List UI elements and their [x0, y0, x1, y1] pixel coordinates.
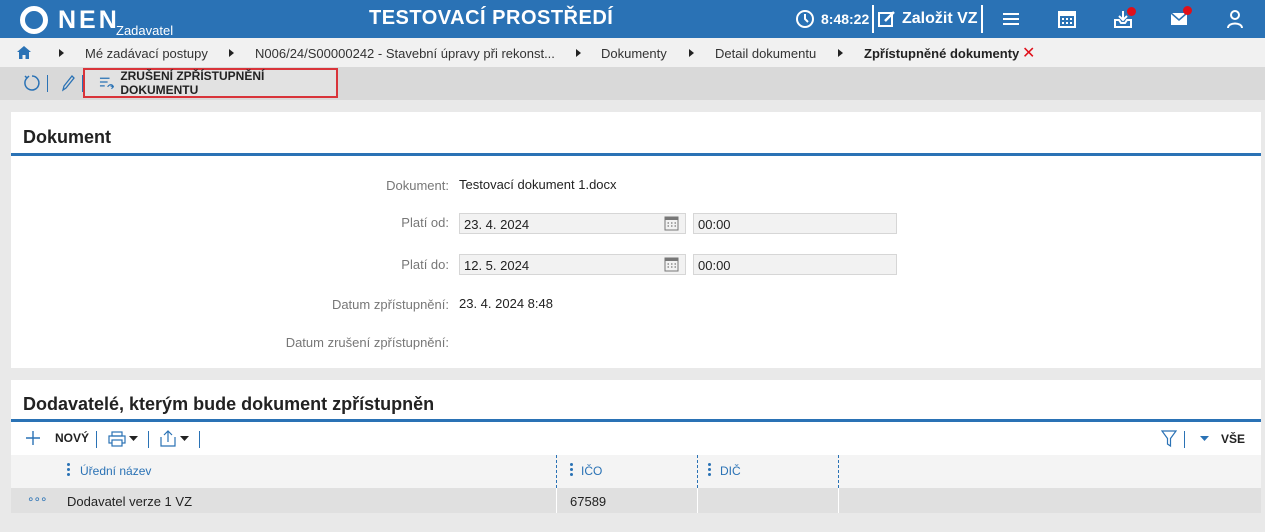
refresh-icon[interactable]	[23, 74, 41, 92]
print-dropdown[interactable]	[108, 431, 138, 447]
valid-from-time-field[interactable]: 00:00	[693, 213, 897, 234]
print-icon	[108, 431, 126, 447]
create-vz-button[interactable]: Založit VZ	[878, 7, 978, 31]
access-date-value: 23. 4. 2024 8:48	[459, 296, 553, 311]
logo-subtitle: Zadavatel	[116, 23, 174, 38]
breadcrumb-item[interactable]: Detail dokumentu	[715, 46, 816, 61]
title-underline	[11, 153, 1261, 156]
column-resizer[interactable]	[697, 455, 698, 488]
cancel-access-label: ZRUŠENÍ ZPŘÍSTUPNĚNÍ DOKUMENTU	[120, 69, 265, 97]
breadcrumb-current: Zpřístupněné dokumenty	[864, 46, 1020, 61]
divider	[148, 431, 149, 448]
caret-down-icon	[1200, 436, 1209, 441]
valid-to-label: Platí do:	[401, 257, 449, 272]
edit-icon	[878, 11, 895, 27]
column-menu-icon[interactable]	[570, 463, 573, 477]
cell-divider	[556, 488, 557, 513]
home-icon[interactable]	[17, 46, 31, 59]
column-header-dic[interactable]: DIČ	[720, 464, 741, 478]
valid-from-label: Platí od:	[401, 215, 449, 230]
valid-from-date-field[interactable]: 23. 4. 2024	[459, 213, 686, 234]
breadcrumb-item[interactable]: N006/24/S00000242 - Stavební úpravy při …	[255, 46, 555, 61]
new-button[interactable]: NOVÝ	[24, 429, 89, 447]
chevron-right-icon	[689, 49, 694, 57]
plus-icon	[26, 431, 40, 445]
logo-circle-icon	[20, 6, 48, 34]
divider	[1184, 431, 1185, 448]
top-bar: NEN Zadavatel TESTOVACÍ PROSTŘEDÍ 8:48:2…	[0, 0, 1265, 38]
caret-down-icon	[180, 435, 189, 441]
chevron-right-icon	[576, 49, 581, 57]
calendar-picker-icon[interactable]	[664, 216, 679, 231]
cancel-list-icon	[99, 77, 115, 90]
menu-icon[interactable]	[1001, 9, 1021, 29]
divider	[981, 5, 983, 33]
cell-divider	[697, 488, 698, 513]
session-time: 8:48:22	[821, 11, 870, 27]
column-header-ico[interactable]: IČO	[581, 464, 602, 478]
notification-dot	[1183, 6, 1192, 15]
cell-divider	[838, 488, 839, 513]
user-icon[interactable]	[1225, 9, 1245, 29]
document-panel-title: Dokument	[23, 127, 112, 147]
suppliers-panel-title: Dodavatelé, kterým bude dokument zpřístu…	[23, 394, 435, 414]
row-actions-icon[interactable]: ∘∘∘	[27, 492, 48, 506]
grid-toolbar: NOVÝ VŠE	[11, 423, 1261, 455]
export-dropdown[interactable]	[160, 430, 189, 447]
column-menu-icon[interactable]	[708, 463, 711, 477]
row-ico-cell: 67589	[570, 494, 607, 509]
access-date-label: Datum zpřístupnění:	[331, 297, 449, 312]
breadcrumb-item[interactable]: Mé zadávací postupy	[85, 46, 208, 61]
divider	[96, 431, 97, 448]
document-label: Dokument:	[386, 178, 449, 193]
chevron-right-icon	[59, 49, 64, 57]
document-panel: Dokument	[11, 112, 1261, 368]
action-toolbar: ZRUŠENÍ ZPŘÍSTUPNĚNÍ DOKUMENTU	[0, 67, 1265, 100]
column-header-name[interactable]: Úřední název	[80, 464, 151, 478]
caret-down-icon	[129, 436, 138, 441]
chevron-right-icon	[838, 49, 843, 57]
valid-to-time-field[interactable]: 00:00	[693, 254, 897, 275]
title-underline	[11, 419, 1261, 422]
cancel-date-label: Datum zrušení zpřístupnění:	[285, 335, 449, 350]
column-resizer[interactable]	[556, 455, 557, 488]
filter-all-label: VŠE	[1221, 432, 1246, 446]
chevron-right-icon	[229, 49, 234, 57]
column-resizer[interactable]	[838, 455, 839, 488]
filter-all-dropdown[interactable]: VŠE	[1200, 432, 1245, 446]
clock-icon	[796, 10, 814, 28]
suppliers-panel: Dodavatelé, kterým bude dokument zpřístu…	[11, 380, 1261, 423]
document-value: Testovací dokument 1.docx	[459, 177, 617, 192]
valid-to-date-field[interactable]: 12. 5. 2024	[459, 254, 686, 275]
breadcrumb-item[interactable]: Dokumenty	[601, 46, 667, 61]
new-label: NOVÝ	[55, 431, 90, 445]
breadcrumb: Mé zadávací postupy N006/24/S00000242 - …	[0, 38, 1265, 67]
calendar-picker-icon[interactable]	[664, 257, 679, 272]
create-vz-label: Založit VZ	[902, 10, 978, 27]
cancel-access-button[interactable]: ZRUŠENÍ ZPŘÍSTUPNĚNÍ DOKUMENTU	[83, 68, 338, 98]
divider	[872, 5, 874, 33]
export-icon	[160, 430, 176, 447]
calendar-icon[interactable]	[1057, 9, 1077, 29]
divider	[199, 431, 200, 448]
table-row[interactable]: ∘∘∘ Dodavatel verze 1 VZ 67589	[11, 488, 1261, 513]
logo-text: NEN	[58, 6, 120, 34]
notification-dot	[1127, 7, 1136, 16]
pencil-icon[interactable]	[59, 74, 77, 92]
row-name-cell: Dodavatel verze 1 VZ	[67, 494, 193, 509]
filter-icon[interactable]	[1161, 430, 1177, 448]
close-icon[interactable]: ✕	[1022, 43, 1035, 63]
grid-header: Úřední název IČO DIČ	[11, 455, 1261, 488]
environment-title: TESTOVACÍ PROSTŘEDÍ	[369, 7, 614, 29]
divider	[47, 75, 48, 92]
column-menu-icon[interactable]	[67, 463, 70, 477]
